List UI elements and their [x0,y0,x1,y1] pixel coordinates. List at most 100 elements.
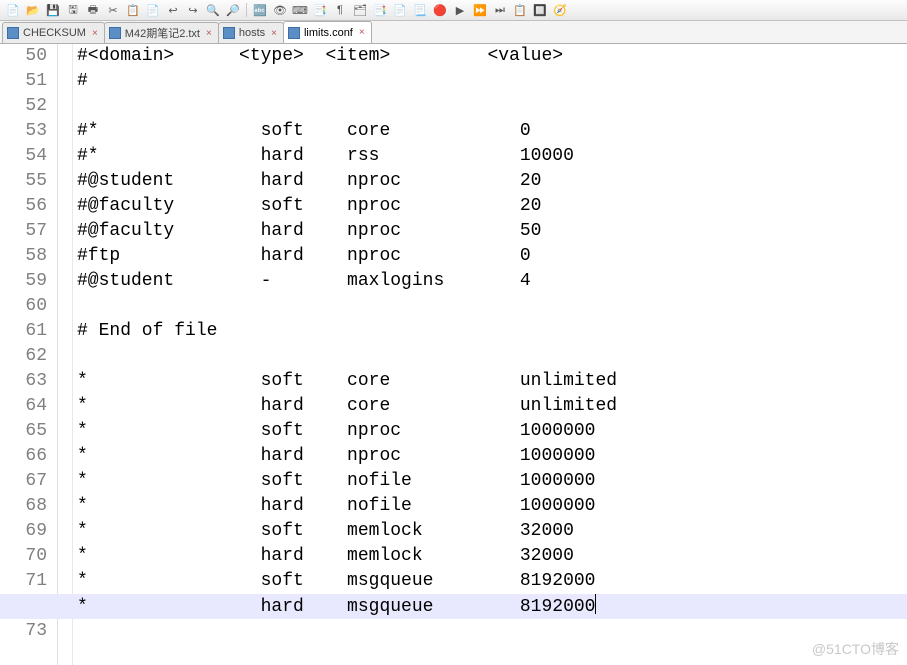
toolbar-button-28[interactable]: 🧭 [551,1,569,19]
toolbar-button-21[interactable]: 📃 [411,1,429,19]
line-number-gutter: 5051525354555657585960616263646566676869… [0,44,58,665]
tab-2[interactable]: hosts× [218,22,284,43]
toolbar-separator [246,3,247,17]
code-line[interactable] [77,619,907,644]
close-icon[interactable]: × [359,27,365,38]
code-text: * hard nofile 1000000 [77,494,595,519]
toolbar-button-5[interactable]: ✂ [104,1,122,19]
toolbar-button-16[interactable]: 📑 [311,1,329,19]
file-icon [109,27,121,39]
code-line[interactable] [77,294,907,319]
code-line[interactable]: * soft nproc 1000000 [77,419,907,444]
tab-label: CHECKSUM [23,27,86,39]
code-text: * soft nofile 1000000 [77,469,595,494]
toolbar-button-10[interactable]: 🔍 [204,1,222,19]
line-number: 68 [0,494,47,519]
line-number: 65 [0,419,47,444]
toolbar-button-0[interactable]: 📄 [4,1,22,19]
toolbar-button-19[interactable]: 📑 [371,1,389,19]
code-line[interactable]: #@faculty hard nproc 50 [77,219,907,244]
code-line[interactable]: * hard core unlimited [77,394,907,419]
toolbar-button-4[interactable]: 🖶 [84,1,102,19]
tab-label: M42期笔记2.txt [125,25,200,41]
code-line[interactable] [77,344,907,369]
code-text: # [77,69,88,94]
toolbar-button-3[interactable]: 🖫 [64,1,82,19]
code-text: #@faculty hard nproc 50 [77,219,541,244]
toolbar-button-6[interactable]: 📋 [124,1,142,19]
line-number: 59 [0,269,47,294]
line-number: 54 [0,144,47,169]
code-text: * hard msgqueue 8192000 [77,595,595,620]
code-text: * soft memlock 32000 [77,519,574,544]
watermark-text: @51CTO博客 [812,639,899,659]
close-icon[interactable]: × [206,28,212,39]
code-text: #ftp hard nproc 0 [77,244,531,269]
toolbar-button-20[interactable]: 📄 [391,1,409,19]
code-editor[interactable]: #<domain> <type> <item> <value># #* soft … [73,44,907,665]
code-line[interactable]: #* soft core 0 [77,119,907,144]
toolbar-button-1[interactable]: 📂 [24,1,42,19]
toolbar-button-14[interactable]: 👁 [271,1,289,19]
toolbar-button-13[interactable]: 🔤 [251,1,269,19]
tab-1[interactable]: M42期笔记2.txt × [104,22,219,43]
toolbar-button-11[interactable]: 🔎 [224,1,242,19]
code-text: #<domain> <type> <item> <value> [77,44,563,69]
toolbar-button-2[interactable]: 💾 [44,1,62,19]
line-number: 56 [0,194,47,219]
code-line[interactable]: * hard memlock 32000 [77,544,907,569]
main-toolbar: 📄📂💾🖫🖶✂📋📄↩↪🔍🔎🔤👁⌨📑¶🗂📑📄📃🔴▶⏩⏭📋🔲🧭 [0,0,907,21]
line-number: 60 [0,294,47,319]
close-icon[interactable]: × [92,28,98,39]
toolbar-button-18[interactable]: 🗂 [351,1,369,19]
line-number: 71 [0,569,47,594]
tab-bar: CHECKSUM×M42期笔记2.txt×hosts×limits.conf× [0,21,907,44]
line-number: 57 [0,219,47,244]
toolbar-button-22[interactable]: 🔴 [431,1,449,19]
code-line[interactable]: # [77,69,907,94]
file-icon [288,27,300,39]
line-number: 67 [0,469,47,494]
code-line[interactable]: #<domain> <type> <item> <value> [77,44,907,69]
toolbar-button-23[interactable]: ▶ [451,1,469,19]
code-text: #@student - maxlogins 4 [77,269,531,294]
line-number: 64 [0,394,47,419]
code-line[interactable]: #@student hard nproc 20 [77,169,907,194]
toolbar-button-27[interactable]: 🔲 [531,1,549,19]
code-line[interactable]: * soft nofile 1000000 [77,469,907,494]
code-line[interactable]: * soft memlock 32000 [77,519,907,544]
code-line[interactable]: * soft msgqueue 8192000 [77,569,907,594]
close-icon[interactable]: × [271,28,277,39]
code-line[interactable]: #* hard rss 10000 [77,144,907,169]
code-line[interactable]: * hard nofile 1000000 [77,494,907,519]
line-number: 52 [0,94,47,119]
code-text: * hard nproc 1000000 [77,444,595,469]
code-line[interactable] [77,94,907,119]
code-line[interactable]: * hard nproc 1000000 [77,444,907,469]
toolbar-button-17[interactable]: ¶ [331,1,349,19]
line-number: 62 [0,344,47,369]
code-line[interactable]: # End of file [77,319,907,344]
fold-column [58,44,73,665]
line-number: 58 [0,244,47,269]
toolbar-button-25[interactable]: ⏭ [491,1,509,19]
tab-3[interactable]: limits.conf× [283,21,372,43]
code-text: #* hard rss 10000 [77,144,574,169]
toolbar-button-24[interactable]: ⏩ [471,1,489,19]
toolbar-button-7[interactable]: 📄 [144,1,162,19]
code-text: * soft nproc 1000000 [77,419,595,444]
code-line[interactable]: * soft core unlimited [77,369,907,394]
toolbar-button-8[interactable]: ↩ [164,1,182,19]
code-line[interactable]: #@student - maxlogins 4 [77,269,907,294]
tab-0[interactable]: CHECKSUM × [2,22,105,43]
toolbar-button-9[interactable]: ↪ [184,1,202,19]
toolbar-button-26[interactable]: 📋 [511,1,529,19]
line-number: 51 [0,69,47,94]
line-number: 55 [0,169,47,194]
line-number: 61 [0,319,47,344]
code-line[interactable]: #@faculty soft nproc 20 [77,194,907,219]
code-line[interactable]: #ftp hard nproc 0 [77,244,907,269]
toolbar-button-15[interactable]: ⌨ [291,1,309,19]
code-text: #@student hard nproc 20 [77,169,541,194]
code-text: * hard core unlimited [77,394,617,419]
